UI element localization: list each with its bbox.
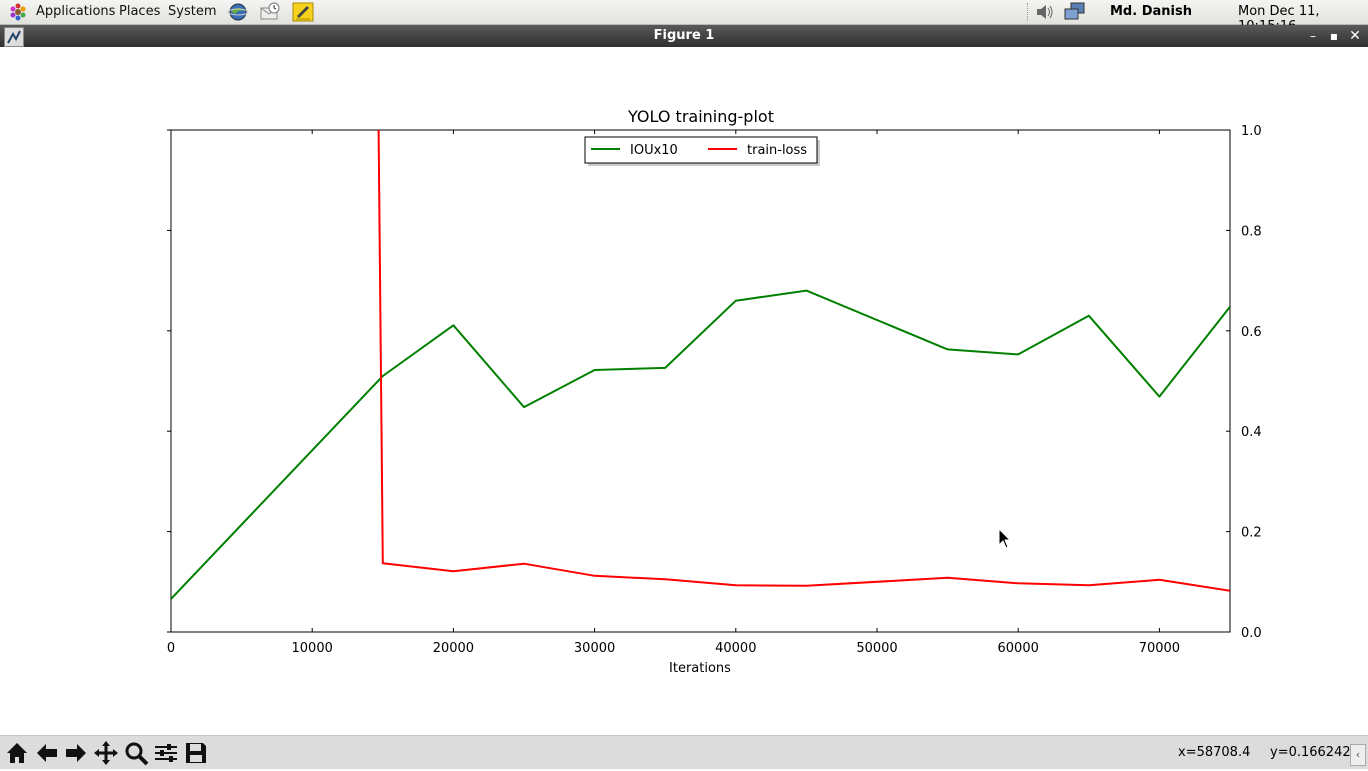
- figure-canvas[interactable]: YOLO training-plot 0 10000 20000 30000 40000…: [0, 48, 1368, 734]
- cursor-y-readout: y=0.166242: [1270, 745, 1351, 760]
- cursor-x-readout: x=58708.4: [1178, 745, 1251, 760]
- x-tick-label: 0: [167, 641, 175, 656]
- right-tick-label: 1.0: [1241, 124, 1262, 139]
- right-tick-label: 0.0: [1241, 626, 1262, 641]
- right-tick-label: 0.4: [1241, 425, 1262, 440]
- x-tick-label: 60000: [998, 641, 1039, 656]
- left-axis-ticks: [167, 129, 171, 633]
- home-icon[interactable]: [3, 739, 31, 767]
- window-title: Figure 1: [653, 28, 715, 43]
- text-editor-icon[interactable]: [292, 2, 314, 22]
- applications-logo-icon[interactable]: [7, 3, 29, 21]
- legend: IOUx10 train-loss: [584, 136, 820, 166]
- network-icon[interactable]: [1064, 2, 1086, 22]
- x-tick-label: 70000: [1139, 641, 1180, 656]
- x-tick-label: 30000: [574, 641, 615, 656]
- volume-icon[interactable]: [1034, 2, 1056, 22]
- menu-places[interactable]: Places: [119, 4, 160, 19]
- right-axis-ticks: 0.0 0.2 0.4 0.6 0.8 1.0: [1226, 124, 1262, 641]
- back-icon[interactable]: [33, 739, 61, 767]
- right-tick-label: 0.2: [1241, 526, 1262, 541]
- top-panel: Applications Places System Md. Danish Mo…: [0, 0, 1368, 34]
- user-name[interactable]: Md. Danish: [1110, 4, 1192, 19]
- navigation-toolbar: x=58708.4 y=0.166242 ‹: [0, 735, 1368, 769]
- zoom-icon[interactable]: [122, 739, 150, 767]
- x-tick-label: 50000: [856, 641, 897, 656]
- maximize-icon[interactable]: ▪: [1325, 27, 1343, 45]
- save-icon[interactable]: [182, 739, 210, 767]
- close-icon[interactable]: ✕: [1346, 27, 1364, 45]
- mail-clock-icon[interactable]: [259, 2, 281, 22]
- pan-icon[interactable]: [92, 739, 120, 767]
- menu-applications[interactable]: Applications: [36, 4, 115, 19]
- window-title-bar[interactable]: Figure 1 – ▪ ✕: [0, 25, 1368, 47]
- menu-system[interactable]: System: [168, 4, 216, 19]
- legend-label-train-loss: train-loss: [747, 143, 807, 158]
- x-tick-label: 20000: [433, 641, 474, 656]
- plot-area: [170, 129, 1231, 633]
- configure-icon[interactable]: [152, 739, 180, 767]
- right-tick-label: 0.8: [1241, 224, 1262, 239]
- chart-title: YOLO training-plot: [627, 107, 774, 126]
- browser-icon[interactable]: [227, 2, 249, 22]
- minimize-icon[interactable]: –: [1304, 27, 1322, 45]
- x-tick-label: 10000: [292, 641, 333, 656]
- expand-icon[interactable]: ‹: [1350, 744, 1366, 766]
- x-axis-label: Iterations: [669, 661, 731, 676]
- legend-label-iou: IOUx10: [630, 143, 678, 158]
- right-tick-label: 0.6: [1241, 325, 1262, 340]
- forward-icon[interactable]: [62, 739, 90, 767]
- x-tick-label: 40000: [715, 641, 756, 656]
